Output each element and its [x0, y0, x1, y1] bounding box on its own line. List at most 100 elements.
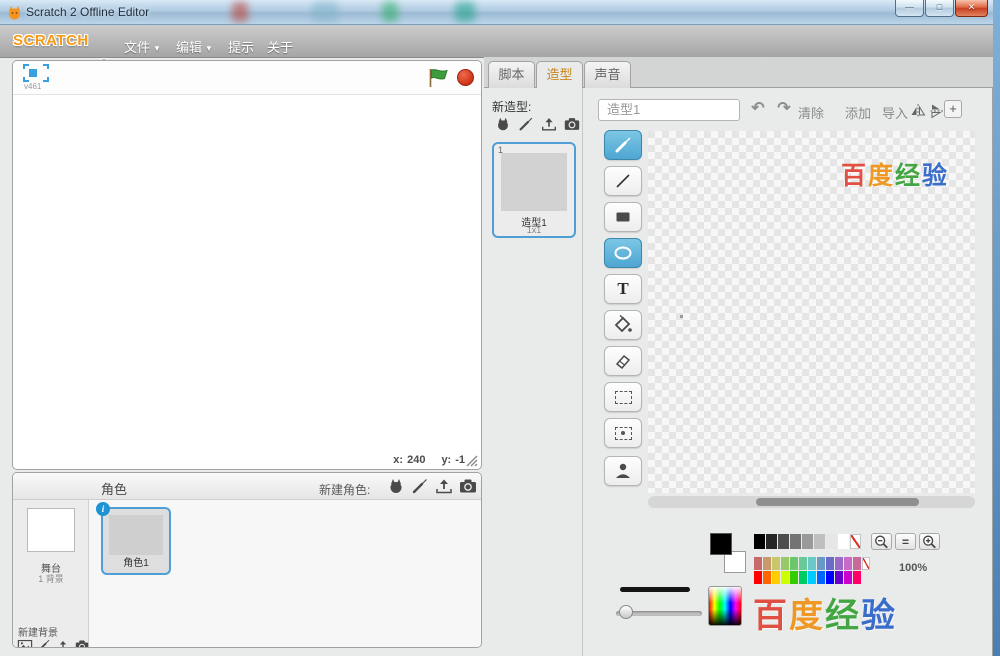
color-swatch[interactable] [826, 534, 837, 549]
tool-eraser-button[interactable] [604, 346, 642, 376]
stage-column: 舞台 1 背景 新建背景 [13, 500, 89, 647]
color-swatch[interactable] [778, 534, 789, 549]
tool-brush-button[interactable] [604, 130, 642, 160]
maximize-button[interactable]: □ [925, 0, 954, 17]
color-swatch[interactable] [790, 571, 798, 584]
stage-resize-handle[interactable] [465, 454, 478, 467]
color-swatch[interactable] [799, 571, 807, 584]
tool-text-button[interactable]: T [604, 274, 642, 304]
color-swatch[interactable] [763, 571, 771, 584]
color-swatch[interactable] [781, 557, 789, 570]
color-swatch[interactable] [754, 534, 765, 549]
new-costume-library-icon[interactable] [492, 114, 514, 134]
set-costume-center-button[interactable]: + [944, 100, 962, 118]
color-swatch[interactable] [781, 571, 789, 584]
color-swatch[interactable] [808, 557, 816, 570]
color-swatch[interactable] [754, 571, 762, 584]
menu-about[interactable]: 关于 [267, 37, 293, 56]
palette-color-row-2 [754, 571, 861, 584]
redo-button[interactable]: ↷ [773, 98, 795, 120]
new-backdrop-upload-icon[interactable] [54, 638, 72, 647]
costume-item-selected[interactable]: 1 造型1 1x1 [492, 142, 576, 238]
color-swatch[interactable] [802, 534, 813, 549]
add-button[interactable]: 添加 [845, 103, 871, 122]
line-width-slider-knob[interactable] [619, 605, 633, 619]
stage[interactable] [13, 96, 481, 451]
tab-scripts[interactable]: 脚本 [488, 61, 535, 89]
color-swatch[interactable] [790, 557, 798, 570]
new-sprite-library-icon[interactable] [385, 476, 407, 496]
rectangle-icon [616, 212, 630, 222]
color-swatch[interactable] [844, 571, 852, 584]
color-swatch[interactable] [835, 571, 843, 584]
minimize-button[interactable]: — [895, 0, 924, 17]
color-swatch[interactable] [763, 557, 771, 570]
green-flag-button[interactable] [427, 67, 449, 89]
color-swatch[interactable] [844, 557, 852, 570]
stage-header: v461 [13, 61, 481, 95]
new-costume-paint-icon[interactable] [515, 114, 537, 134]
color-swatch[interactable] [835, 557, 843, 570]
color-swatch[interactable] [814, 534, 825, 549]
new-costume-camera-icon[interactable] [561, 114, 583, 134]
color-swatch[interactable] [772, 557, 780, 570]
menu-file[interactable]: 文件 ▼ [124, 37, 161, 56]
costume-pixel [680, 315, 683, 318]
tool-line-button[interactable] [604, 166, 642, 196]
new-sprite-paint-icon[interactable] [409, 476, 431, 496]
close-button[interactable]: ✕ [955, 0, 988, 17]
zoom-in-button[interactable] [919, 533, 940, 550]
undo-button[interactable]: ↶ [747, 98, 769, 120]
tool-select-duplicate-button[interactable] [604, 418, 642, 448]
color-swatch[interactable] [826, 557, 834, 570]
sprite-info-icon[interactable]: i [96, 502, 110, 516]
tool-fill-button[interactable] [604, 310, 642, 340]
import-button[interactable]: 导入 [882, 103, 908, 122]
color-swatch[interactable] [853, 571, 861, 584]
tool-stamp-button[interactable] [604, 456, 642, 486]
transparent-color-swatch[interactable] [862, 557, 870, 570]
palette-grayscale-row [754, 534, 861, 549]
color-swatch[interactable] [772, 571, 780, 584]
new-costume-upload-icon[interactable] [538, 114, 560, 134]
color-swatch[interactable] [799, 557, 807, 570]
tab-costumes[interactable]: 造型 [536, 61, 583, 89]
stop-button[interactable] [457, 69, 474, 86]
rainbow-color-picker[interactable] [708, 586, 742, 626]
menu-tips[interactable]: 提示 [228, 37, 254, 56]
brush-icon [615, 137, 631, 153]
tool-select-button[interactable] [604, 382, 642, 412]
sprite-name: 角色1 [123, 558, 149, 569]
color-swatch[interactable] [790, 534, 801, 549]
zoom-reset-button[interactable]: = [895, 533, 916, 550]
foreground-color-swatch[interactable] [710, 533, 732, 555]
tool-rectangle-button[interactable] [604, 202, 642, 232]
color-swatch[interactable] [817, 557, 825, 570]
new-backdrop-paint-icon[interactable] [35, 638, 53, 647]
flip-horizontal-icon[interactable] [910, 103, 926, 119]
tab-sounds[interactable]: 声音 [584, 61, 631, 89]
new-sprite-upload-icon[interactable] [433, 476, 455, 496]
color-swatch[interactable] [838, 534, 849, 549]
scrollbar-thumb[interactable] [756, 498, 919, 506]
tool-ellipse-button[interactable] [604, 238, 642, 268]
color-swatch[interactable] [826, 571, 834, 584]
costume-thumbnail [501, 153, 567, 211]
zoom-out-button[interactable] [871, 533, 892, 550]
costume-name-input[interactable]: 造型1 [598, 99, 740, 121]
flip-vertical-icon[interactable] [928, 103, 944, 119]
color-swatch[interactable] [853, 557, 861, 570]
canvas-horizontal-scrollbar[interactable] [648, 496, 975, 508]
transparent-color-swatch[interactable] [850, 534, 861, 549]
new-sprite-camera-icon[interactable] [457, 476, 479, 496]
color-swatch[interactable] [817, 571, 825, 584]
color-swatch[interactable] [808, 571, 816, 584]
small-stage-layout-icon[interactable] [23, 64, 49, 82]
menu-edit[interactable]: 编辑 ▼ [176, 37, 213, 56]
clear-button[interactable]: 清除 [798, 103, 824, 122]
stage-thumbnail[interactable] [27, 508, 75, 552]
color-swatch[interactable] [766, 534, 777, 549]
sprite-item-selected[interactable]: 角色1 i [96, 502, 171, 575]
color-swatch[interactable] [754, 557, 762, 570]
new-backdrop-library-icon[interactable] [16, 638, 34, 647]
